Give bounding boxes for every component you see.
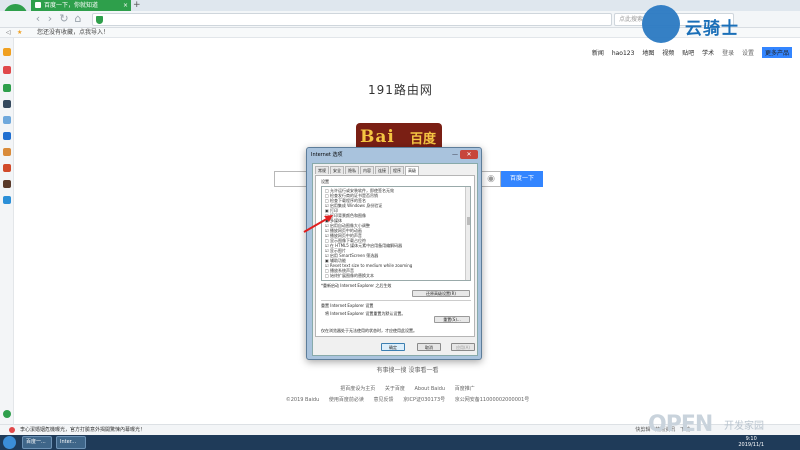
watermark-sub-text: 开发家园 xyxy=(724,421,764,432)
tab-connections[interactable]: 连接 xyxy=(375,166,389,174)
footer-link[interactable]: 使用百度前必读 xyxy=(329,397,364,403)
reset-warning: 仅在浏览器处于无法使用的状态时，才应使用此设置。 xyxy=(321,328,417,333)
tab-content[interactable]: 内容 xyxy=(360,166,374,174)
settings-tree[interactable]: □ 允许运行或安装软件，即使签名无效 □ 检查发行商的证书是否吊销 □ 检查下载… xyxy=(321,186,471,281)
link-video[interactable]: 视频 xyxy=(662,50,674,57)
left-sidebar xyxy=(0,38,14,424)
top-links: 新闻 hao123 地图 视频 贴吧 学术 登录 设置 更多产品 xyxy=(586,47,792,58)
restore-advanced-button[interactable]: 还原高级设置(R) xyxy=(412,290,470,297)
security-shield-icon xyxy=(96,16,103,24)
watermark-open-text: OPEN xyxy=(648,412,713,437)
link-login[interactable]: 登录 xyxy=(722,50,734,57)
news-ticker[interactable]: 李心潔婚姻危機曝光，官方打臉意外揭開驚悚內幕曝光！ xyxy=(20,425,145,435)
search-button[interactable]: 百度一下 xyxy=(501,171,543,187)
weibo-icon[interactable] xyxy=(3,66,11,74)
bookmark-star-icon: ★ xyxy=(17,29,23,36)
footer-link[interactable]: 关于百度 xyxy=(385,386,405,392)
restart-note: *重新启动 Internet Explorer 之后生效 xyxy=(321,283,392,288)
camera-icon[interactable]: ◉ xyxy=(485,173,497,185)
tab-privacy[interactable]: 隐私 xyxy=(345,166,359,174)
reset-group-title: 重置 Internet Explorer 设置 xyxy=(321,303,374,308)
dialog-tabs: 常规 安全 隐私 内容 连接 程序 高级 xyxy=(315,166,420,175)
app-icon[interactable] xyxy=(3,100,11,108)
link-hao123[interactable]: hao123 xyxy=(612,50,635,57)
footer-links-row1: 把百度设为主页 关于百度 About Baidu 百度推广 xyxy=(15,385,800,392)
footer-copyright: ©2019 Baidu xyxy=(285,397,320,403)
baidu-favicon-icon xyxy=(35,2,41,8)
apply-button[interactable]: 应用(A) xyxy=(451,343,475,351)
tree-scrollbar[interactable] xyxy=(465,187,470,280)
shopping-icon[interactable] xyxy=(3,164,11,172)
separator xyxy=(321,300,471,301)
tab-title: 百度一下，你就知道 xyxy=(44,2,99,9)
notes-icon[interactable] xyxy=(3,116,11,124)
game-icon[interactable] xyxy=(3,148,11,156)
link-settings[interactable]: 设置 xyxy=(742,50,754,57)
tab-general[interactable]: 常规 xyxy=(315,166,329,174)
favorites-icon[interactable] xyxy=(3,48,11,56)
scrollbar-thumb[interactable] xyxy=(467,217,470,225)
dialog-minimize-button[interactable]: — xyxy=(452,151,458,158)
internet-options-dialog: Internet 选项 — ✕ 常规 安全 隐私 内容 连接 程序 高级 设置 □ 允许运行… xyxy=(306,147,482,360)
ok-button[interactable]: 确定 xyxy=(381,343,405,351)
news-alert-icon xyxy=(9,427,15,433)
settings-label: 设置 xyxy=(321,179,329,184)
start-button[interactable] xyxy=(3,436,16,449)
footer-links-row2: ©2019 Baidu 使用百度前必读 意见反馈 京ICP证030173号 京公… xyxy=(15,396,800,403)
footer-beian[interactable]: 京公网安备11000002000001号 xyxy=(455,397,530,403)
reload-button[interactable]: ↻ xyxy=(58,13,70,25)
forward-button[interactable]: › xyxy=(44,13,56,25)
logo-text-latin: Bai xyxy=(360,127,395,147)
link-tieba[interactable]: 贴吧 xyxy=(682,50,694,57)
more-products-button[interactable]: 更多产品 xyxy=(761,47,792,58)
taskbar-app-internet-options[interactable]: Inter... xyxy=(56,436,86,449)
dialog-title: Internet 选项 xyxy=(311,152,343,158)
tab-advanced[interactable]: 高级 xyxy=(405,166,419,175)
dialog-close-button[interactable]: ✕ xyxy=(460,150,478,159)
slogan: 有事搜一搜 没事看一看 xyxy=(376,367,439,374)
link-map[interactable]: 地图 xyxy=(642,50,654,57)
page-title: 191路由网 xyxy=(368,83,433,97)
dialog-body: 常规 安全 隐私 内容 连接 程序 高级 设置 □ 允许运行或安装软件，即使签名无效 □ 检… xyxy=(312,163,478,356)
taskbar-app-browser[interactable]: 百度一... xyxy=(22,436,52,449)
tab-programs[interactable]: 程序 xyxy=(390,166,404,174)
tab-close-icon[interactable]: × xyxy=(123,0,128,11)
footer-link[interactable]: 意见反馈 xyxy=(373,397,393,403)
watermark-bottom: OPEN 开发家园 xyxy=(648,408,798,442)
footer-link[interactable]: About Baidu xyxy=(415,386,446,392)
footer-link[interactable]: 百度推广 xyxy=(455,386,475,392)
link-xueshu[interactable]: 学术 xyxy=(702,50,714,57)
address-bar[interactable] xyxy=(92,13,612,26)
tab-security[interactable]: 安全 xyxy=(330,166,344,174)
watermark-top: 云骑士 xyxy=(640,4,790,44)
footer-link[interactable]: 把百度设为主页 xyxy=(340,386,375,392)
annotation-arrow-icon xyxy=(303,215,333,233)
reset-description: 将 Internet Explorer 设置重置为默认设置。 xyxy=(325,311,406,316)
reset-button[interactable]: 重置(S)... xyxy=(434,316,470,323)
pay-icon[interactable] xyxy=(3,196,11,204)
home-button[interactable]: ⌂ xyxy=(72,13,84,25)
video-icon[interactable] xyxy=(3,180,11,188)
advanced-panel: 设置 □ 允许运行或安装软件，即使签名无效 □ 检查发行商的证书是否吊销 □ 检… xyxy=(315,175,475,337)
chat-icon[interactable] xyxy=(3,132,11,140)
sidebar-toggle-icon[interactable]: ◁ xyxy=(6,28,11,38)
logo-text-chinese: 百度 xyxy=(410,132,437,147)
tree-item[interactable]: □ 始终扩展图像的替换文本 xyxy=(325,273,374,279)
new-tab-button[interactable]: + xyxy=(133,0,141,10)
link-news[interactable]: 新闻 xyxy=(592,50,604,57)
clock-date: 2019/11/1 xyxy=(738,442,764,448)
back-button[interactable]: ‹ xyxy=(32,13,44,25)
knight-logo-icon xyxy=(642,5,680,43)
settings-icon[interactable] xyxy=(3,410,11,418)
mail-icon[interactable] xyxy=(3,84,11,92)
tab-baidu[interactable]: 百度一下，你就知道 × xyxy=(31,0,131,11)
watermark-top-text: 云骑士 xyxy=(685,19,739,39)
import-bookmarks-link[interactable]: 您还没有收藏，点我导入！ xyxy=(37,28,109,38)
cancel-button[interactable]: 取消 xyxy=(417,343,441,351)
footer-icp: 京ICP证030173号 xyxy=(403,397,446,403)
